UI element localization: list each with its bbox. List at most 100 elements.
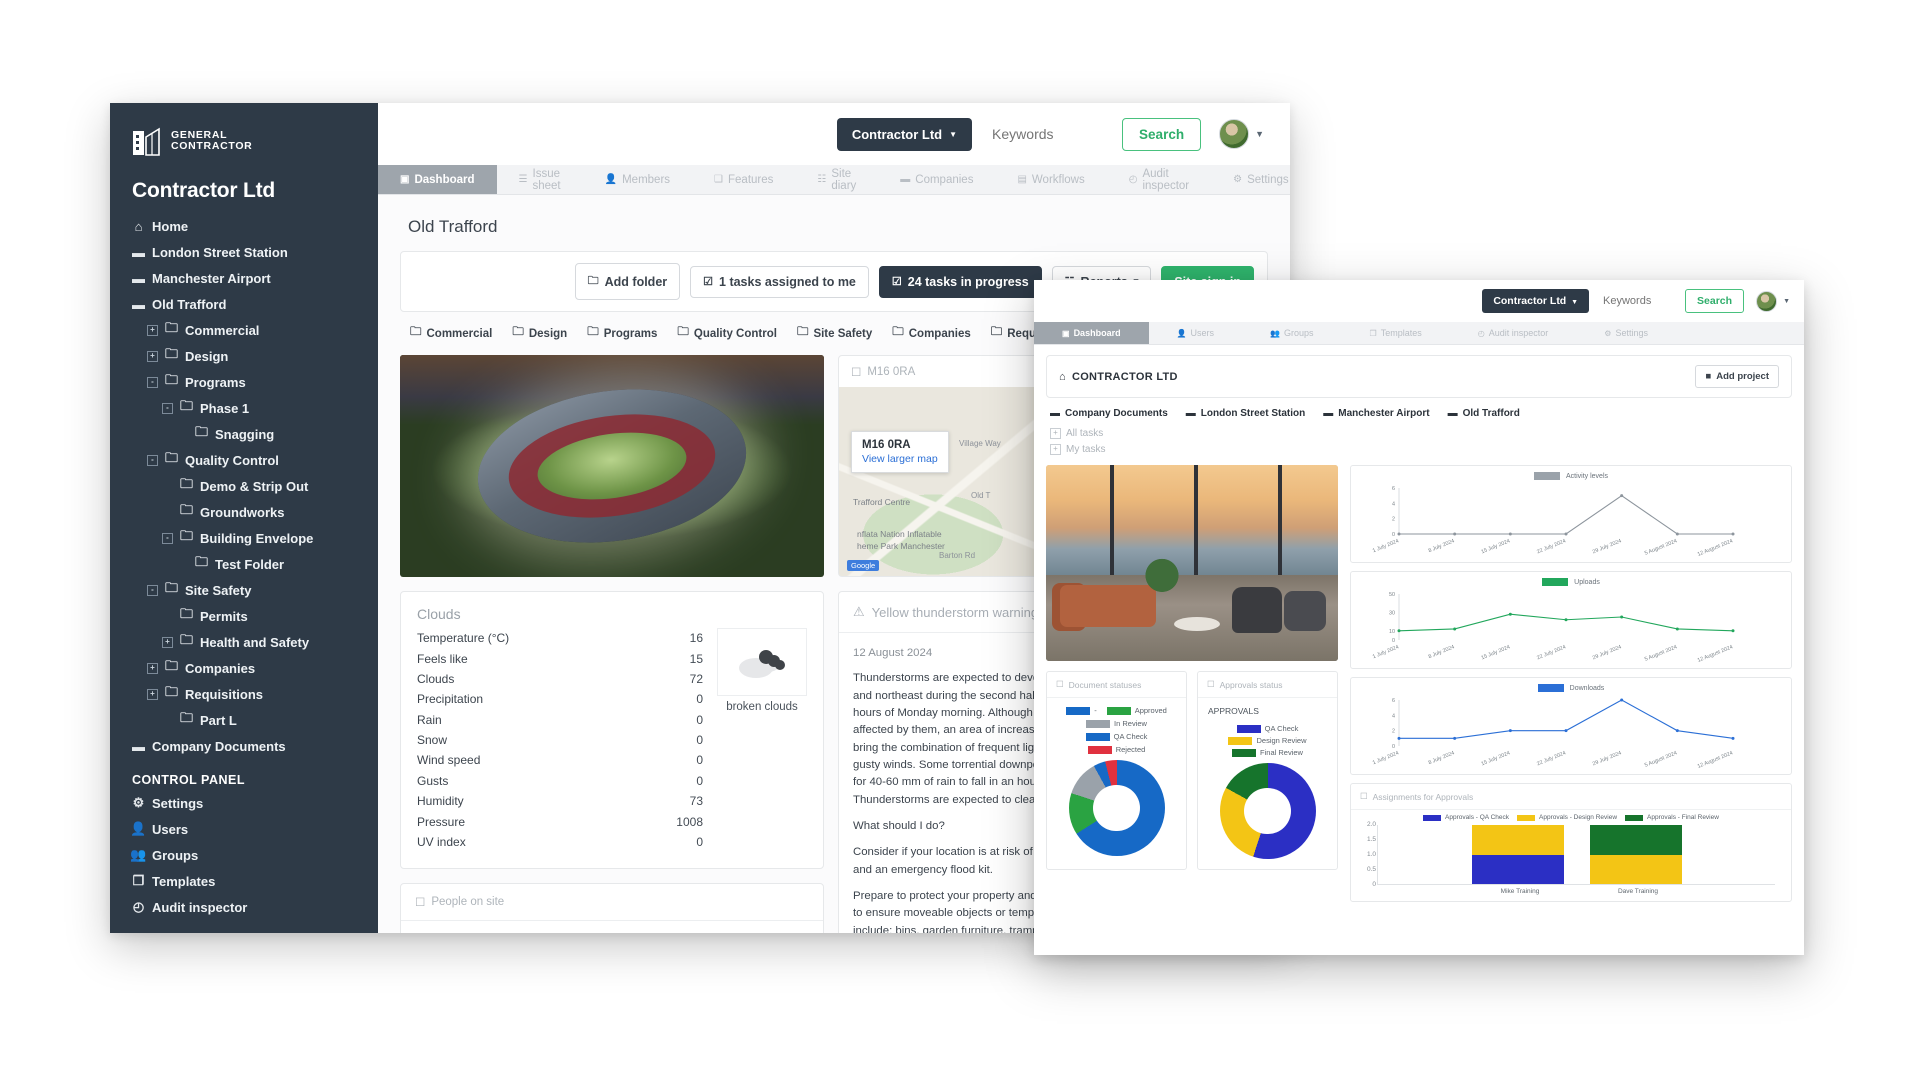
sidebar-item-programs[interactable]: - 🗀 Programs	[110, 369, 378, 395]
task-filter-all-tasks[interactable]: + All tasks	[1050, 425, 1788, 441]
sidebar-item-groups[interactable]: 👥 Groups	[110, 842, 378, 868]
expand-toggle-icon[interactable]: -	[147, 584, 158, 596]
tab-members[interactable]: 👤 Members	[583, 165, 692, 194]
tab-workflows[interactable]: ▤ Workflows	[995, 165, 1106, 194]
action-1-tasks-assigned-to-me[interactable]: ☑ 1 tasks assigned to me	[690, 265, 869, 298]
sidebar-nav: ⌂ Home ▬ London Street Station ▬ Manchester A…	[110, 207, 378, 933]
sidebar-item-site-safety[interactable]: - 🗀 Site Safety	[110, 577, 378, 603]
w2-tab-templates[interactable]: ❐ Templates	[1342, 322, 1450, 344]
folder-chip-design[interactable]: 🗀 Design	[512, 324, 567, 343]
approvals-status-title: Approvals status	[1219, 679, 1283, 690]
folder-chip-site-safety[interactable]: 🗀 Site Safety	[797, 324, 872, 343]
tab-dashboard[interactable]: ▣ Dashboard	[378, 165, 497, 194]
action-24-tasks-in-progress[interactable]: ☑ 24 tasks in progress	[878, 265, 1042, 298]
w2-tab-settings[interactable]: ⚙ Settings	[1576, 322, 1676, 344]
project-chip-manchester-airport[interactable]: ▬ Manchester Airport	[1323, 408, 1429, 419]
w2-tab-users[interactable]: 👤 Users	[1149, 322, 1242, 344]
sidebar-item-label: London Street Station	[152, 244, 288, 260]
search-button[interactable]: Search	[1122, 117, 1202, 151]
svg-text:12 August 2024: 12 August 2024	[1697, 750, 1734, 770]
folder-chip-quality-control[interactable]: 🗀 Quality Control	[677, 324, 777, 343]
sidebar-item-demo-strip-out[interactable]: 🗀 Demo & Strip Out	[110, 473, 378, 499]
sidebar-item-audit-inspector[interactable]: ◴ Audit inspector	[110, 894, 378, 920]
app-logo[interactable]: GENERAL CONTRACTOR	[110, 117, 378, 159]
sidebar-item-snagging[interactable]: 🗀 Snagging	[110, 421, 378, 447]
sidebar-item-old-trafford[interactable]: ▬ Old Trafford	[110, 291, 378, 317]
project-chip-company-documents[interactable]: ▬ Company Documents	[1050, 408, 1168, 419]
w2-tab-groups[interactable]: 👥 Groups	[1242, 322, 1341, 344]
expand-toggle-icon[interactable]: -	[162, 402, 173, 414]
search-input[interactable]	[972, 126, 1123, 142]
folder-icon: 🗀	[165, 580, 179, 595]
w2-search-button[interactable]: Search	[1685, 289, 1745, 313]
sidebar-item-test-folder[interactable]: 🗀 Test Folder	[110, 551, 378, 577]
w2-tab-dashboard[interactable]: ▣ Dashboard	[1034, 322, 1149, 344]
sheet-icon: ☰	[518, 174, 528, 185]
sidebar-item-home[interactable]: ⌂ Home	[110, 213, 378, 239]
sidebar-item-design[interactable]: + 🗀 Design	[110, 343, 378, 369]
svg-text:0: 0	[1392, 532, 1395, 538]
legend-swatch	[1533, 472, 1560, 480]
dashboard-icon: ▣	[1062, 328, 1070, 338]
folder-chip-programs[interactable]: 🗀 Programs	[587, 324, 657, 343]
w2-avatar[interactable]	[1756, 290, 1778, 312]
map-popup[interactable]: M16 0RA View larger map	[851, 431, 949, 473]
project-chip-london-street-station[interactable]: ▬ London Street Station	[1186, 408, 1305, 419]
sidebar-brand: Contractor Ltd	[132, 179, 276, 202]
sidebar-item-companies[interactable]: + 🗀 Companies	[110, 655, 378, 681]
w2-org-selector-button[interactable]: Contractor Ltd ▼	[1482, 289, 1590, 313]
expand-toggle-icon[interactable]: +	[147, 688, 158, 700]
map-larger-link[interactable]: View larger map	[862, 451, 938, 465]
w2-search-input[interactable]	[1589, 295, 1686, 307]
legend-item: Approvals - Design Review	[1517, 814, 1617, 821]
expand-toggle-icon[interactable]: -	[147, 454, 158, 466]
sidebar-item-groundworks[interactable]: 🗀 Groundworks	[110, 499, 378, 525]
expand-toggle-icon[interactable]: +	[147, 350, 158, 362]
avatar[interactable]	[1219, 119, 1250, 149]
avatar-chevron-down-icon[interactable]: ▼	[1255, 129, 1264, 139]
sidebar-item-company-documents[interactable]: ▬ Company Documents	[110, 733, 378, 759]
add-project-button[interactable]: ■ Add project	[1695, 365, 1779, 388]
feature-icon: ❑	[714, 174, 723, 185]
tab-audit-inspector[interactable]: ◴ Audit inspector	[1107, 165, 1211, 194]
sidebar-item-health-and-safety[interactable]: + 🗀 Health and Safety	[110, 629, 378, 655]
tab-companies[interactable]: ▬ Companies	[878, 165, 995, 194]
expand-toggle-icon[interactable]: +	[147, 324, 158, 336]
expand-toggle-icon[interactable]: +	[1050, 443, 1061, 455]
sidebar-item-manchester-airport[interactable]: ▬ Manchester Airport	[110, 265, 378, 291]
tab-settings[interactable]: ⚙ Settings	[1211, 165, 1290, 194]
task-icon: ☑	[891, 276, 902, 288]
w2-avatar-chevron-down-icon[interactable]: ▼	[1783, 298, 1790, 305]
sidebar-item-part-l[interactable]: 🗀 Part L	[110, 707, 378, 733]
sidebar-item-settings[interactable]: ⚙ Settings	[110, 790, 378, 816]
folder-chip-commercial[interactable]: 🗀 Commercial	[410, 324, 492, 343]
sidebar-item-london-street-station[interactable]: ▬ London Street Station	[110, 239, 378, 265]
folder-chip-companies[interactable]: 🗀 Companies	[892, 324, 971, 343]
expand-toggle-icon[interactable]: +	[1050, 427, 1061, 439]
sidebar-item-templates[interactable]: ❐ Templates	[110, 868, 378, 894]
org-selector-button[interactable]: Contractor Ltd ▼	[836, 117, 973, 151]
legend-swatch	[1423, 814, 1442, 821]
clipboard-icon: ☐	[1207, 679, 1215, 689]
expand-toggle-icon[interactable]: +	[162, 636, 173, 648]
expand-toggle-icon[interactable]: -	[147, 376, 158, 388]
sidebar-item-building-envelope[interactable]: - 🗀 Building Envelope	[110, 525, 378, 551]
project-chip-old-trafford[interactable]: ▬ Old Trafford	[1448, 408, 1520, 419]
sidebar-item-quality-control[interactable]: - 🗀 Quality Control	[110, 447, 378, 473]
sidebar-item-permits[interactable]: 🗀 Permits	[110, 603, 378, 629]
sidebar-item-commercial[interactable]: + 🗀 Commercial	[110, 317, 378, 343]
task-filter-my-tasks[interactable]: + My tasks	[1050, 441, 1788, 457]
w2-tab-label: Users	[1190, 328, 1215, 338]
action-add-folder[interactable]: 🗀 Add folder	[574, 263, 681, 300]
tab-site-diary[interactable]: ☷ Site diary	[795, 165, 878, 194]
clock-icon: ◴	[1477, 328, 1485, 338]
sidebar-item-requisitions[interactable]: + 🗀 Requisitions	[110, 681, 378, 707]
tab-issue-sheet[interactable]: ☰ Issue sheet	[497, 165, 583, 194]
sidebar-item-phase-1[interactable]: - 🗀 Phase 1	[110, 395, 378, 421]
expand-toggle-icon[interactable]: +	[147, 662, 158, 674]
weather-table: Temperature (°C) 16 Feels like 15 Clouds 72 Pr…	[417, 628, 703, 852]
expand-toggle-icon[interactable]: -	[162, 532, 173, 544]
w2-tab-audit-inspector[interactable]: ◴ Audit inspector	[1450, 322, 1577, 344]
tab-features[interactable]: ❑ Features	[692, 165, 795, 194]
sidebar-item-users[interactable]: 👤 Users	[110, 816, 378, 842]
